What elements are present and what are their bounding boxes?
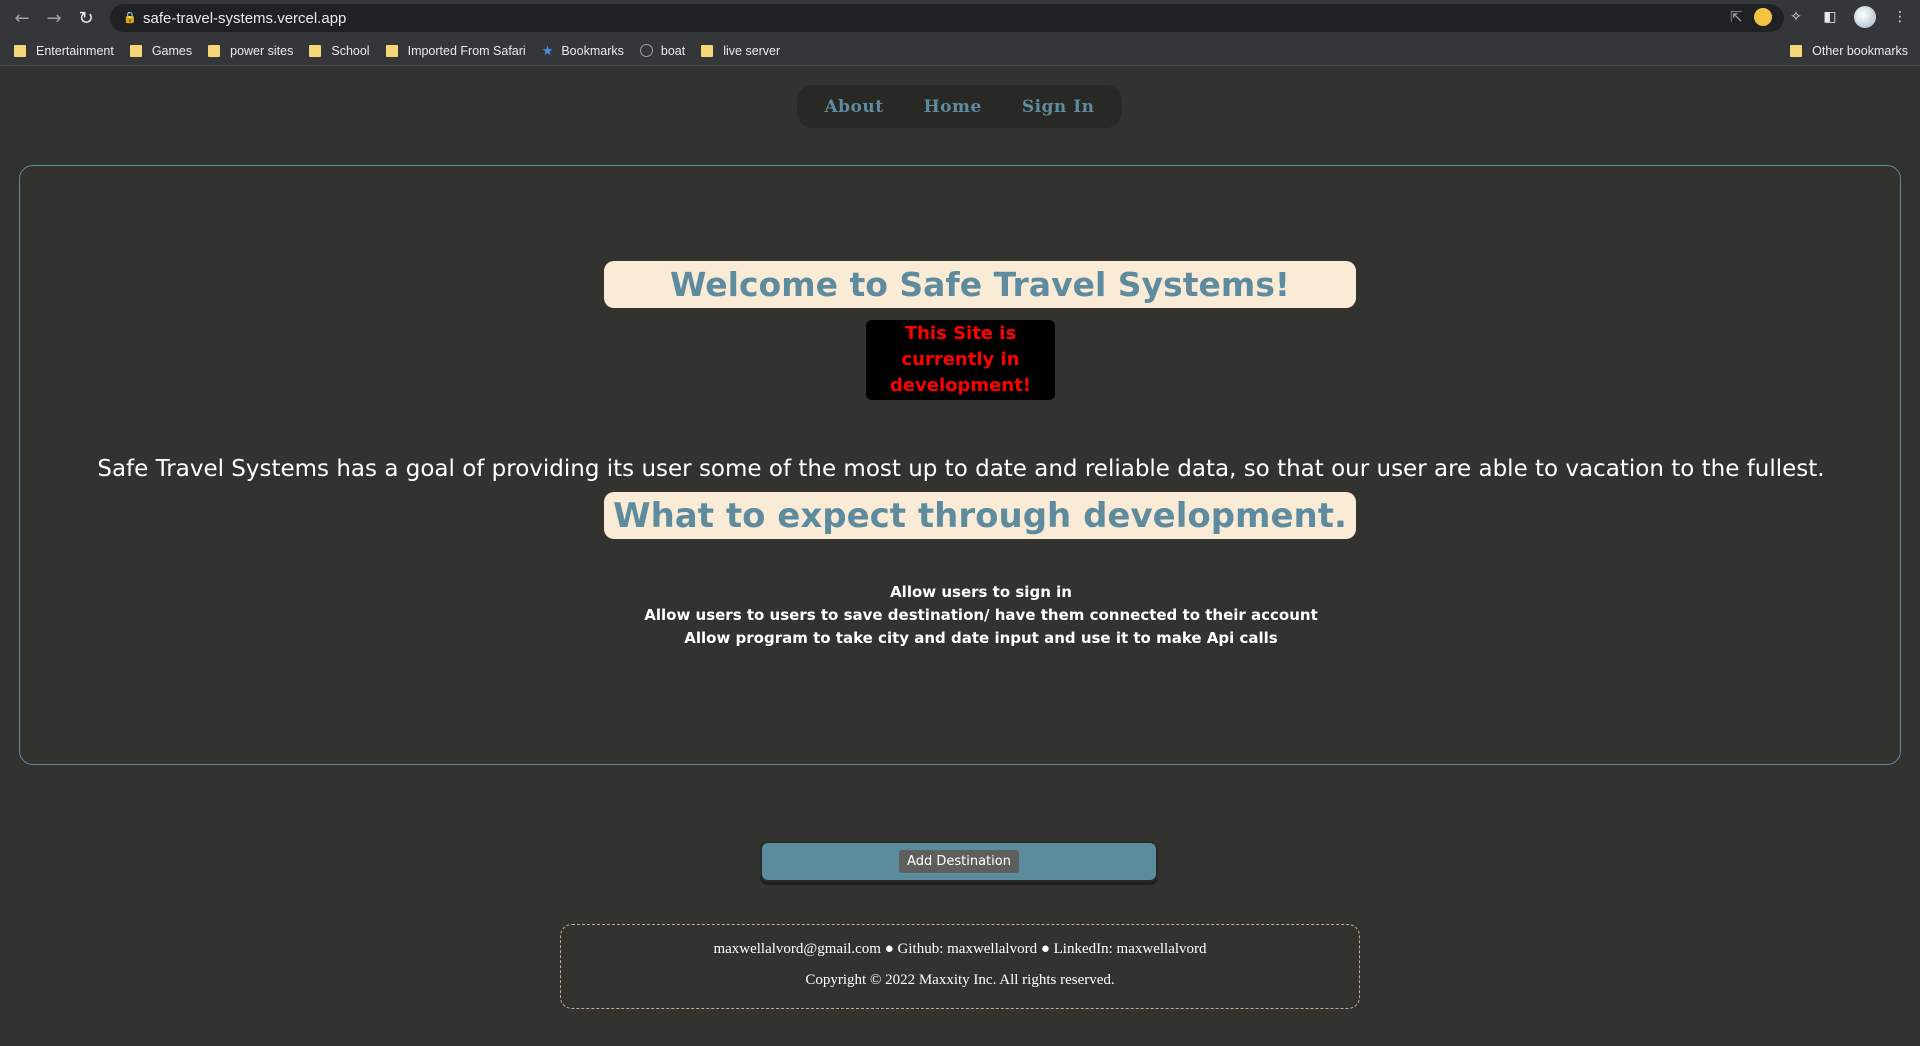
bookmark-live-server[interactable]: live server [701,44,780,58]
profile-avatar[interactable] [1854,6,1876,28]
globe-icon [639,44,653,57]
footer-contact: maxwellalvord@gmail.com ● Github: maxwel… [713,941,1207,957]
bookmark-school[interactable]: School [309,44,370,58]
back-arrow-icon[interactable]: ← [6,2,38,34]
folder-icon [385,44,398,57]
page-content: About Home Sign In Welcome to Safe Trave… [0,67,1920,1046]
reload-icon[interactable]: ↻ [70,2,102,34]
url-text[interactable]: safe-travel-systems.vercel.app [143,10,346,27]
bookmarks-bar: Entertainment Games power sites School I… [0,36,1920,66]
other-bookmarks[interactable]: Other bookmarks [1790,44,1908,58]
bookmark-imported-from-safari[interactable]: Imported From Safari [385,44,526,58]
folder-icon [1790,45,1803,57]
expectations-list: Allow users to sign in Allow users to us… [20,581,1902,650]
bookmark-games[interactable]: Games [129,44,192,58]
top-navigation: About Home Sign In [797,85,1122,128]
welcome-heading: Welcome to Safe Travel Systems! [604,261,1356,308]
list-item: Allow users to sign in [890,583,1072,601]
goal-statement: Safe Travel Systems has a goal of provid… [97,456,1825,482]
bookmark-power-sites[interactable]: power sites [208,44,293,58]
bookmark-entertainment[interactable]: Entertainment [14,44,114,58]
add-destination-button[interactable]: Add Destination [899,850,1019,873]
add-destination-container: Add Destination [760,841,1158,882]
nav-home-link[interactable]: Home [924,97,982,117]
bookmark-boat[interactable]: boat [639,44,685,58]
star-icon: ★ [541,42,554,58]
folder-icon [129,44,142,57]
nav-sign-in-link[interactable]: Sign In [1022,97,1095,117]
nav-about-link[interactable]: About [824,97,883,117]
folder-icon [309,44,322,57]
expect-heading: What to expect through development. [604,492,1356,539]
footer-copyright: Copyright © 2022 Maxxity Inc. All rights… [805,972,1115,988]
main-content-box: Welcome to Safe Travel Systems! This Sit… [19,165,1901,765]
folder-icon [701,44,714,57]
extensions-puzzle-icon[interactable]: ✧ [1786,7,1806,27]
footer: maxwellalvord@gmail.com ● Github: maxwel… [560,924,1360,1009]
folder-icon [208,44,221,57]
menu-kebab-icon[interactable]: ⋮ [1890,7,1910,27]
folder-icon [14,44,26,57]
development-notice: This Site is currently in development! [866,320,1055,400]
address-bar[interactable]: 🔒 safe-travel-systems.vercel.app ⇱ ☆ [110,4,1784,32]
bookmark-bookmarks[interactable]: ★ Bookmarks [542,43,624,59]
list-item: Allow program to take city and date inpu… [684,629,1278,647]
forward-arrow-icon[interactable]: → [38,2,70,34]
share-icon[interactable]: ⇱ [1730,8,1743,26]
lock-icon: 🔒 [123,11,137,24]
side-panel-icon[interactable]: ◧ [1820,7,1840,27]
browser-toolbar: ← → ↻ 🔒 safe-travel-systems.vercel.app ⇱… [0,0,1920,36]
emoji-extension-icon[interactable] [1754,8,1772,26]
list-item: Allow users to users to save destination… [644,606,1318,624]
